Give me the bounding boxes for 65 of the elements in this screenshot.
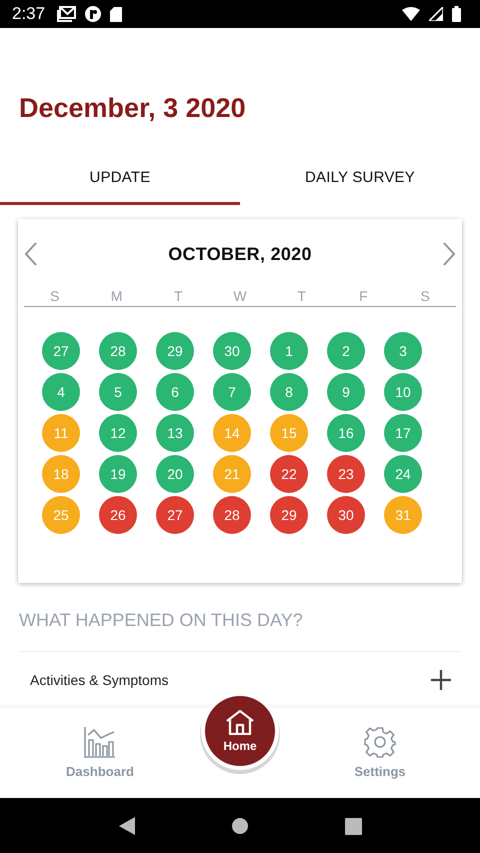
day-circle[interactable]: 18	[42, 455, 80, 493]
battery-icon	[452, 6, 461, 22]
day-circle[interactable]: 24	[384, 455, 422, 493]
next-month-icon[interactable]	[442, 242, 456, 266]
nav-tab[interactable]: Home	[205, 696, 275, 766]
bar-chart-icon	[84, 726, 116, 758]
weekday-label: F	[358, 289, 369, 306]
sd-card-icon	[110, 6, 122, 22]
weekday-label: T	[173, 289, 184, 306]
home-icon	[225, 709, 255, 735]
nav-tab[interactable]: Dashboard	[66, 726, 134, 779]
section-title: WHAT HAPPENED ON THIS DAY?	[19, 608, 461, 652]
recents-icon[interactable]	[345, 818, 362, 834]
day-circle[interactable]: 26	[99, 496, 137, 534]
list-item-label[interactable]: Activities & Symptoms	[30, 672, 168, 688]
day-circle[interactable]: 14	[213, 414, 251, 452]
day-circle[interactable]: 30	[327, 496, 365, 534]
day-circle[interactable]: 29	[270, 496, 308, 534]
home-button-icon[interactable]	[231, 817, 250, 835]
day-circle[interactable]: 22	[270, 455, 308, 493]
weekday-label: W	[232, 289, 248, 306]
day-circle[interactable]: 27	[156, 496, 194, 534]
day-circle[interactable]: 16	[327, 414, 365, 452]
app-notification-icon	[85, 6, 102, 22]
day-circle[interactable]: 11	[42, 414, 80, 452]
add-icon[interactable]	[431, 670, 451, 690]
day-circle[interactable]: 13	[156, 414, 194, 452]
wifi-icon	[402, 7, 420, 21]
settings-icon	[364, 726, 396, 758]
status-time: 2:37	[12, 4, 46, 24]
date-title: December, 3 2020	[19, 92, 247, 125]
day-circle[interactable]: 9	[327, 373, 365, 411]
day-circle[interactable]: 31	[384, 496, 422, 534]
day-circle[interactable]: 19	[99, 455, 137, 493]
day-circle[interactable]: 23	[327, 455, 365, 493]
month-title: OCTOBER, 2020	[168, 244, 312, 264]
signal-icon	[429, 7, 443, 21]
day-circle[interactable]: 27	[42, 332, 80, 370]
day-circle[interactable]: 6	[156, 373, 194, 411]
day-circle[interactable]: 30	[213, 332, 251, 370]
day-circle[interactable]: 29	[156, 332, 194, 370]
day-circle[interactable]: 5	[99, 373, 137, 411]
back-icon[interactable]	[118, 816, 136, 836]
nav-tab[interactable]: Settings	[354, 726, 406, 779]
weekday-label: M	[110, 289, 124, 306]
weekday-label: S	[49, 289, 61, 306]
day-circle[interactable]: 21	[213, 455, 251, 493]
day-circle[interactable]: 17	[384, 414, 422, 452]
day-circle[interactable]: 3	[384, 332, 422, 370]
day-circle[interactable]: 4	[42, 373, 80, 411]
day-circle[interactable]: 1	[270, 332, 308, 370]
day-circle[interactable]: 12	[99, 414, 137, 452]
day-circle[interactable]: 8	[270, 373, 308, 411]
day-circle[interactable]: 20	[156, 455, 194, 493]
mail-icon	[57, 6, 76, 22]
day-circle[interactable]: 7	[213, 373, 251, 411]
day-circle[interactable]: 10	[384, 373, 422, 411]
weekday-label: S	[419, 289, 431, 306]
day-circle[interactable]: 28	[99, 332, 137, 370]
previous-month-icon[interactable]	[24, 242, 38, 266]
day-circle[interactable]: 25	[42, 496, 80, 534]
day-circle[interactable]: 2	[327, 332, 365, 370]
day-circle[interactable]: 28	[213, 496, 251, 534]
weekday-label: T	[296, 289, 307, 306]
day-circle[interactable]: 15	[270, 414, 308, 452]
